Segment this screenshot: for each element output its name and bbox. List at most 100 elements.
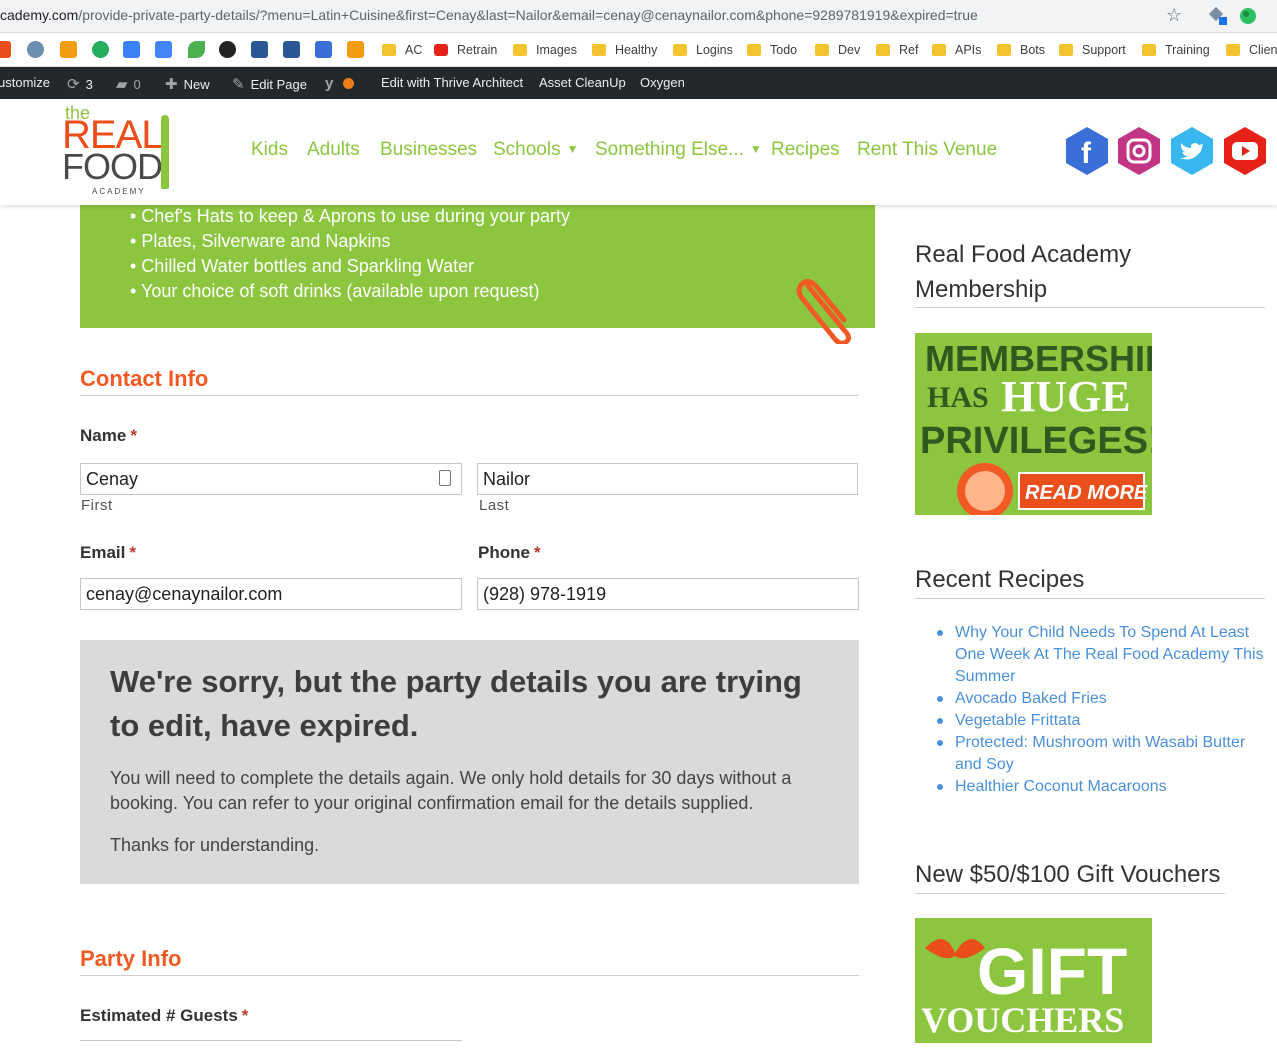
bookmark-folder[interactable]: Images bbox=[513, 40, 577, 60]
bookmark-youtube[interactable]: Retrain bbox=[434, 40, 497, 60]
bookmark-folder[interactable]: Logins bbox=[673, 40, 733, 60]
yoast-icon[interactable]: y bbox=[325, 75, 355, 92]
evernote-icon[interactable] bbox=[1238, 6, 1258, 26]
bookmark-icon[interactable] bbox=[60, 41, 77, 58]
nav-adults[interactable]: Adults bbox=[307, 139, 360, 161]
banner-text: GIFT bbox=[977, 934, 1127, 1008]
asset-cleanup-link[interactable]: Asset CleanUp bbox=[539, 75, 626, 90]
thrive-link[interactable]: Edit with Thrive Architect bbox=[381, 75, 523, 90]
bookmark-icon[interactable] bbox=[0, 41, 11, 58]
divider bbox=[915, 598, 1265, 599]
inclusion-item: • Plates, Silverware and Napkins bbox=[130, 231, 391, 251]
comment-icon: ▰ bbox=[116, 76, 128, 93]
home-icon[interactable] bbox=[123, 41, 140, 58]
membership-banner-art: MEMBERSHIP HAS HUGE PRIVILEGES! READ MOR… bbox=[915, 333, 1152, 515]
first-name-field[interactable]: Cenay bbox=[80, 463, 462, 495]
updates-link[interactable]: ⟳ 3 bbox=[67, 75, 93, 93]
recipe-link[interactable]: Protected: Mushroom with Wasabi Butter a… bbox=[915, 732, 1265, 776]
new-link[interactable]: ✚ New bbox=[165, 75, 210, 93]
bookmark-folder[interactable]: Bots bbox=[997, 40, 1045, 60]
bookmark-star-icon[interactable]: ☆ bbox=[1166, 5, 1182, 26]
github-icon[interactable] bbox=[219, 41, 236, 58]
instagram-icon[interactable] bbox=[1114, 125, 1164, 177]
bookmark-icon[interactable] bbox=[27, 41, 44, 58]
twitter-icon[interactable] bbox=[1167, 125, 1217, 177]
bookmark-folder[interactable]: Ref bbox=[876, 40, 918, 60]
email-label: Email * bbox=[80, 543, 136, 562]
last-name-field[interactable]: Nailor bbox=[477, 463, 858, 495]
party-inclusions-box: • Chef's Hats to keep & Aprons to use du… bbox=[80, 205, 875, 328]
url-text[interactable]: cademy.com/provide-private-party-details… bbox=[0, 7, 978, 23]
gift-vouchers-title: New $50/$100 Gift Vouchers bbox=[915, 861, 1221, 888]
recipe-link[interactable]: Healthier Coconut Macaroons bbox=[915, 776, 1265, 798]
bookmark-folder[interactable]: Support bbox=[1059, 40, 1126, 60]
notice-thanks: Thanks for understanding. bbox=[110, 835, 320, 855]
browser-url-bar[interactable]: cademy.com/provide-private-party-details… bbox=[0, 0, 1277, 33]
banner-text: PRIVILEGES! bbox=[920, 420, 1152, 462]
divider bbox=[80, 975, 859, 976]
guests-label: Estimated # Guests * bbox=[80, 1006, 249, 1025]
phone-label: Phone * bbox=[478, 543, 541, 562]
nav-something-else[interactable]: Something Else... ▼ bbox=[595, 139, 762, 161]
bookmark-icon[interactable] bbox=[92, 41, 109, 58]
customize-link[interactable]: ustomize bbox=[0, 75, 50, 90]
bookmark-folder[interactable]: APIs bbox=[932, 40, 981, 60]
recent-recipes-list: Why Your Child Needs To Spend At Least O… bbox=[915, 622, 1265, 798]
gift-vouchers-banner[interactable]: GIFT VOUCHERS bbox=[915, 918, 1152, 1043]
terminal-icon[interactable] bbox=[315, 41, 332, 58]
play-icon[interactable] bbox=[347, 41, 364, 58]
bookmark-folder[interactable]: Client bbox=[1226, 40, 1277, 60]
pencil-icon: ✎ bbox=[232, 76, 245, 93]
contact-card-icon[interactable] bbox=[439, 470, 451, 486]
inclusion-item: • Chef's Hats to keep & Aprons to use du… bbox=[130, 206, 570, 226]
wp-admin-bar: ustomize ⟳ 3 ▰ 0 ✚ New ✎ Edit Page y Edit wi… bbox=[0, 67, 1277, 99]
site-logo[interactable]: the REAL FOOD ACADEMY bbox=[62, 103, 182, 199]
plus-icon: ✚ bbox=[165, 76, 178, 93]
nav-kids[interactable]: Kids bbox=[251, 139, 288, 161]
membership-banner[interactable]: MEMBERSHIP HAS HUGE PRIVILEGES! READ MOR… bbox=[915, 333, 1152, 515]
bookmark-folder[interactable]: Dev bbox=[815, 40, 860, 60]
bookmark-folder[interactable]: Healthy bbox=[592, 40, 657, 60]
nav-schools[interactable]: Schools ▼ bbox=[493, 139, 579, 161]
terminal-icon[interactable] bbox=[251, 41, 268, 58]
chevron-down-icon: ▼ bbox=[566, 142, 579, 156]
name-label: Name * bbox=[80, 426, 137, 445]
terminal-icon[interactable] bbox=[283, 41, 300, 58]
banner-text: VOUCHERS bbox=[921, 1000, 1124, 1040]
knife-icon bbox=[161, 115, 169, 189]
nav-recipes[interactable]: Recipes bbox=[771, 139, 840, 161]
banner-text: HUGE bbox=[1001, 372, 1131, 421]
banner-text: HAS bbox=[927, 381, 989, 414]
nav-rent-venue[interactable]: Rent This Venue bbox=[857, 139, 997, 161]
leaf-icon[interactable] bbox=[188, 41, 205, 58]
oxygen-link[interactable]: Oxygen bbox=[640, 75, 685, 90]
comments-link[interactable]: ▰ 0 bbox=[116, 75, 141, 93]
first-sublabel: First bbox=[81, 497, 113, 514]
refresh-icon: ⟳ bbox=[67, 76, 80, 93]
bookmark-folder[interactable]: Training bbox=[1142, 40, 1210, 60]
contact-info-title: Contact Info bbox=[80, 366, 209, 391]
phone-field[interactable]: (928) 978-1919 bbox=[477, 578, 859, 610]
inclusion-item: • Your choice of soft drinks (available … bbox=[130, 281, 540, 301]
recipe-link[interactable]: Avocado Baked Fries bbox=[915, 688, 1265, 710]
bookmark-folder[interactable]: AC bbox=[382, 40, 422, 60]
guests-field[interactable] bbox=[80, 1040, 462, 1050]
party-info-title: Party Info bbox=[80, 946, 182, 971]
chevron-down-icon: ▼ bbox=[749, 142, 762, 156]
divider bbox=[915, 307, 1265, 308]
bookmark-folder[interactable]: Todo bbox=[747, 40, 797, 60]
notice-body: You will need to complete the details ag… bbox=[110, 768, 792, 813]
recipe-link[interactable]: Why Your Child Needs To Spend At Least O… bbox=[915, 622, 1265, 688]
facebook-icon[interactable]: f bbox=[1062, 125, 1112, 177]
email-field[interactable]: cenay@cenaynailor.com bbox=[80, 578, 462, 610]
recent-recipes-title: Recent Recipes bbox=[915, 566, 1085, 593]
paperclip-icon bbox=[796, 278, 852, 344]
edit-page-link[interactable]: ✎ Edit Page bbox=[232, 75, 307, 93]
svg-text:f: f bbox=[1081, 137, 1092, 170]
read-more-button[interactable]: READ MORE > bbox=[1025, 482, 1152, 504]
recipe-link[interactable]: Vegetable Frittata bbox=[915, 710, 1265, 732]
extension-icon[interactable] bbox=[1208, 6, 1228, 26]
youtube-icon[interactable] bbox=[1220, 125, 1270, 177]
nav-businesses[interactable]: Businesses bbox=[380, 139, 477, 161]
translate-icon[interactable] bbox=[155, 41, 172, 58]
